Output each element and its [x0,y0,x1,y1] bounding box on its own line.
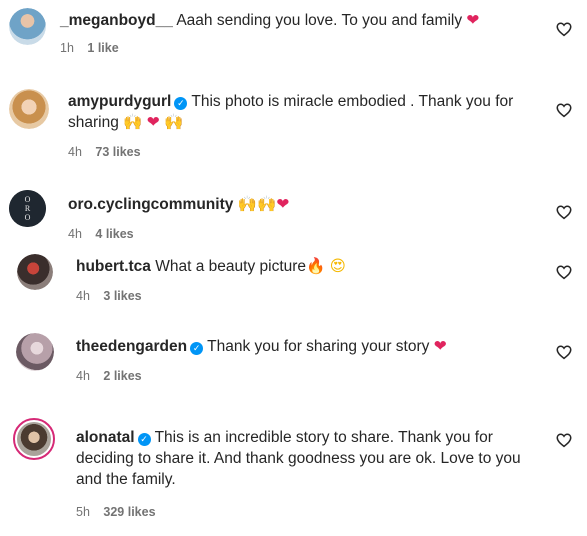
comment-time[interactable]: 4h [68,227,82,241]
raising-hands-emoji-icon: 🙌 [237,196,257,213]
comment-meta: 4h 73 likes [68,142,547,163]
comment-body: theedengarden ✓ Thank you for sharing your… [76,336,547,387]
comment-body: _meganboyd__ Aaah sending you love. To y… [60,10,547,59]
comments-list: _meganboyd__ Aaah sending you love. To y… [0,0,587,536]
comment-username[interactable]: alonatal [76,429,135,446]
comment-meta: 4h 3 likes [76,286,547,307]
oro-logo: O [24,195,31,204]
red-heart-emoji-icon: ❤ [146,114,160,131]
red-heart-emoji-icon: ❤ [466,12,480,29]
comment-meta: 5h 329 likes [76,502,546,523]
comment-body: hubert.tca What a beauty picture🔥 😍 4h 3… [76,256,547,307]
avatar[interactable] [9,8,46,45]
verified-badge-icon: ✓ [190,342,204,355]
comment-likes[interactable]: 329 likes [103,505,155,519]
comment-likes[interactable]: 1 like [87,41,118,55]
raising-hands-emoji-icon: 🙌 [257,196,277,213]
comment-text: Thank you for sharing your story [207,338,430,355]
comment-body: oro.cyclingcommunity 🙌🙌❤ 4h 4 likes [68,194,547,245]
comment-likes[interactable]: 73 likes [95,145,140,159]
avatar[interactable] [13,418,55,460]
comment-username[interactable]: oro.cyclingcommunity [68,196,233,213]
red-heart-emoji-icon: ❤ [433,338,447,355]
comment-likes[interactable]: 4 likes [95,227,133,241]
comment-username[interactable]: amypurdygurl [68,93,171,110]
comment-body: alonatal ✓ This is an incredible story to … [76,427,546,523]
avatar[interactable] [17,254,53,290]
comment-username[interactable]: hubert.tca [76,258,151,275]
comment-text: Aaah sending you love. To you and family [176,12,463,29]
comment-meta: 1h 1 like [60,38,547,59]
heart-eyes-emoji-icon: 😍 [329,258,346,275]
heart-outline-icon[interactable] [555,101,573,119]
comment-username[interactable]: theedengarden [76,338,187,355]
comment-text: What a beauty picture [155,258,307,275]
raising-hands-emoji-icon: 🙌 [123,114,143,131]
comment-time[interactable]: 4h [76,369,90,383]
verified-badge-icon: ✓ [174,97,188,110]
heart-outline-icon[interactable] [555,263,573,281]
verified-badge-icon: ✓ [137,433,151,446]
comment-time[interactable]: 4h [76,289,90,303]
comment-time[interactable]: 4h [68,145,82,159]
heart-outline-icon[interactable] [555,343,573,361]
avatar[interactable] [16,333,54,371]
comment-body: amypurdygurl ✓ This photo is miracle embod… [68,91,547,163]
avatar[interactable]: O R O [9,190,46,227]
avatar[interactable] [9,89,49,129]
comment-likes[interactable]: 3 likes [103,289,141,303]
heart-outline-icon[interactable] [555,431,573,449]
comment-meta: 4h 2 likes [76,366,547,387]
comment-time[interactable]: 5h [76,505,90,519]
comment-meta: 4h 4 likes [68,224,547,245]
red-heart-emoji-icon: ❤ [276,196,290,213]
fire-emoji-icon: 🔥 [306,258,326,275]
comment-likes[interactable]: 2 likes [103,369,141,383]
heart-outline-icon[interactable] [555,20,573,38]
raising-hands-emoji-icon: 🙌 [164,114,184,131]
heart-outline-icon[interactable] [555,203,573,221]
comment-time[interactable]: 1h [60,41,74,55]
comment-username[interactable]: _meganboyd__ [60,12,173,29]
